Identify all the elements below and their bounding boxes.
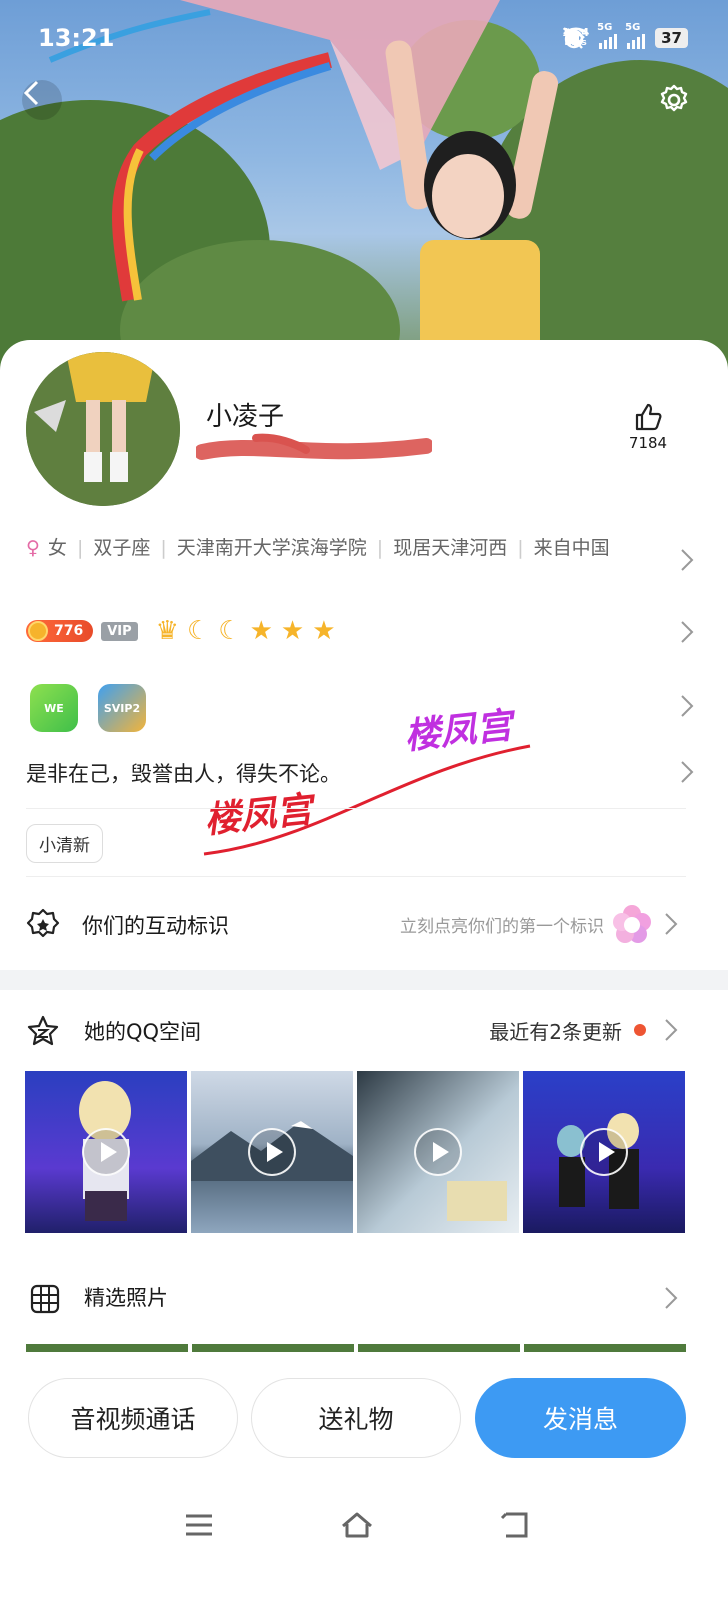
divider	[26, 876, 686, 877]
play-icon	[414, 1128, 462, 1176]
star-icon: ★	[249, 616, 273, 646]
chevron-right-icon[interactable]	[680, 620, 694, 644]
update-dot	[634, 1024, 646, 1036]
wifi-icon	[563, 27, 589, 47]
svip-badge-icon: SVIP2	[98, 684, 146, 732]
star-icon: ★	[312, 616, 336, 646]
profile-card: 小凌子 7184 ♀ 女 | 双子座 | 天津南开大学滨海学院 | 现居天津河西 | 来自中国 7…	[0, 340, 728, 1600]
network-type-2: 5G	[625, 22, 641, 33]
app-badges[interactable]: WE SVIP2	[30, 684, 146, 732]
svip-badge-label: SVIP2	[103, 701, 141, 715]
status-time: 13:21	[38, 24, 115, 52]
we-badge-label: WE	[44, 701, 64, 715]
coin-icon	[28, 621, 48, 641]
play-icon	[82, 1128, 130, 1176]
moon-icon: ☾	[186, 616, 211, 646]
level-badge: 776	[26, 620, 94, 642]
info-zodiac: 双子座	[93, 537, 151, 559]
chevron-right-icon	[665, 1287, 678, 1309]
menu-icon[interactable]	[182, 1508, 216, 1542]
interaction-label: 你们的互动标识	[82, 914, 229, 938]
video-call-button[interactable]: 音视频通话	[28, 1378, 238, 1458]
level-number: 776	[54, 623, 84, 639]
chevron-right-icon[interactable]	[680, 694, 694, 718]
network-type-1: 5G	[597, 22, 613, 33]
divider	[26, 808, 686, 809]
profile-info-row[interactable]: ♀ 女 | 双子座 | 天津南开大学滨海学院 | 现居天津河西 | 来自中国	[26, 532, 646, 564]
status-bar: 13:21 13.4 KB/s 5G 5G 37	[0, 0, 728, 80]
grid-icon	[30, 1284, 60, 1314]
redaction-mark	[196, 433, 432, 460]
chevron-right-icon[interactable]	[680, 548, 694, 572]
qzone-star-icon	[27, 1015, 59, 1046]
star-icon: ★	[280, 616, 305, 646]
profile-tag[interactable]: 小清新	[26, 824, 103, 863]
chevron-left-icon	[23, 80, 39, 106]
nickname: 小凌子	[206, 402, 285, 432]
info-school: 天津南开大学滨海学院	[176, 537, 367, 559]
selected-photos-row[interactable]: 精选照片	[26, 1276, 686, 1316]
system-nav-bar	[0, 1488, 728, 1568]
play-icon	[248, 1128, 296, 1176]
avatar-image	[26, 352, 180, 506]
chevron-right-icon[interactable]	[680, 760, 694, 784]
video-thumbnail[interactable]	[523, 1071, 685, 1233]
like-button[interactable]	[628, 402, 668, 436]
info-hometown: 来自中国	[533, 537, 610, 559]
info-location: 现居天津河西	[393, 537, 508, 559]
home-icon[interactable]	[340, 1508, 374, 1542]
send-gift-button[interactable]: 送礼物	[251, 1378, 461, 1458]
status-icons: 13.4 KB/s 5G 5G 37	[562, 22, 688, 49]
qzone-label: 她的QQ空间	[84, 1020, 202, 1044]
back-nav-icon[interactable]	[498, 1508, 532, 1542]
qzone-update-text: 最近有2条更新	[489, 1020, 622, 1044]
selected-photos-label: 精选照片	[84, 1286, 168, 1310]
interaction-hint: 立刻点亮你们的第一个标识	[400, 917, 604, 937]
qzone-thumbnails	[25, 1071, 685, 1233]
photo-strip	[26, 1344, 686, 1352]
level-badges[interactable]: 776 VIP ♛ ☾ ☾ ★ ★ ★	[26, 618, 336, 644]
gear-icon	[660, 84, 688, 112]
vip-badge: VIP	[101, 621, 138, 641]
video-thumbnail[interactable]	[25, 1071, 187, 1233]
settings-button[interactable]	[656, 82, 692, 118]
we-badge-icon: WE	[30, 684, 78, 732]
chevron-right-icon	[665, 913, 678, 935]
signal-2-icon: 5G	[625, 22, 646, 49]
badge-icon	[26, 908, 60, 938]
thumbs-up-icon	[635, 403, 662, 431]
send-message-button[interactable]: 发消息	[475, 1378, 686, 1458]
qzone-row[interactable]: 她的QQ空间 最近有2条更新	[26, 1008, 686, 1048]
interaction-marks-row[interactable]: 你们的互动标识 立刻点亮你们的第一个标识	[26, 894, 686, 954]
chevron-right-icon	[665, 1019, 678, 1041]
like-count: 7184	[628, 434, 668, 452]
flower-icon	[613, 905, 651, 943]
cover-photo[interactable]: 13:21 13.4 KB/s 5G 5G 37	[0, 0, 728, 390]
moon-icon: ☾	[218, 616, 242, 646]
section-gap	[0, 970, 728, 990]
battery-indicator: 37	[655, 27, 688, 48]
video-thumbnail[interactable]	[191, 1071, 353, 1233]
female-icon: ♀	[26, 537, 40, 559]
video-thumbnail[interactable]	[357, 1071, 519, 1233]
back-button[interactable]	[22, 80, 62, 120]
avatar[interactable]	[26, 352, 180, 506]
info-gender: 女	[47, 537, 67, 559]
signal-1-icon: 5G	[597, 22, 618, 49]
crown-icon: ♛	[155, 616, 179, 646]
play-icon	[580, 1128, 628, 1176]
